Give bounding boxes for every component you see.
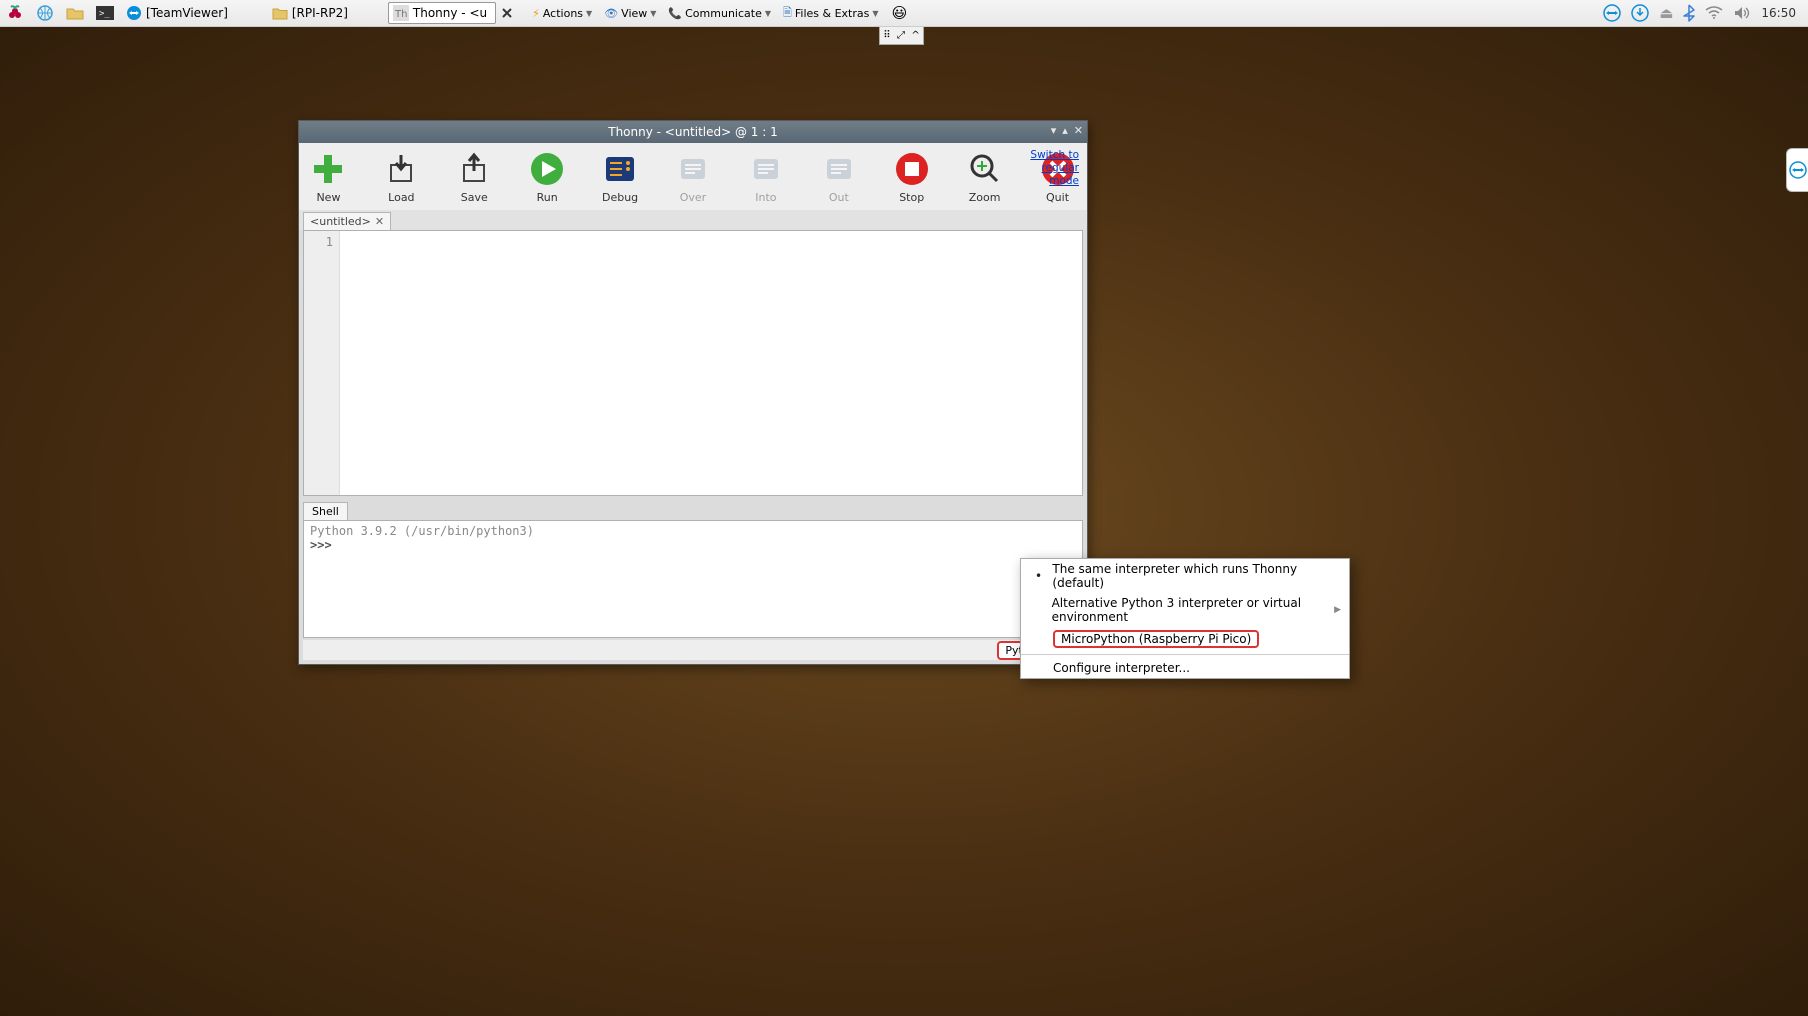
step-into-button: Into bbox=[744, 151, 787, 204]
minimize-button[interactable]: ▾ bbox=[1051, 124, 1057, 137]
eject-icon[interactable]: ⏏ bbox=[1659, 4, 1673, 22]
shell-tab[interactable]: Shell bbox=[303, 502, 348, 520]
taskbar: >_ [TeamViewer] [RPI-RP2] Th Thonny - <u… bbox=[0, 0, 1808, 27]
shell-tab-strip: Shell bbox=[299, 496, 1087, 520]
shell-output: Python 3.9.2 (/usr/bin/python3) bbox=[310, 524, 1076, 538]
toolbar: New Load Save Run Debug Over Into Out bbox=[299, 143, 1087, 210]
svg-text:>_: >_ bbox=[99, 9, 110, 19]
code-area[interactable] bbox=[340, 231, 1082, 495]
menu-communicate[interactable]: 📞 Communicate ▼ bbox=[662, 2, 777, 24]
interpreter-option-micropython[interactable]: MicroPython (Raspberry Pi Pico) bbox=[1021, 627, 1349, 651]
updates-icon[interactable] bbox=[1631, 4, 1649, 22]
web-browser-icon[interactable] bbox=[32, 0, 58, 26]
system-tray: ⏏ 16:50 bbox=[1603, 4, 1808, 22]
taskbar-close-button[interactable] bbox=[498, 4, 516, 22]
folder-icon bbox=[272, 7, 288, 20]
save-button[interactable]: Save bbox=[453, 151, 496, 204]
bluetooth-icon[interactable] bbox=[1683, 4, 1695, 22]
shell-panel[interactable]: Python 3.9.2 (/usr/bin/python3) >>> bbox=[303, 520, 1083, 638]
load-button[interactable]: Load bbox=[380, 151, 423, 204]
teamviewer-icon bbox=[1789, 161, 1807, 179]
tab-close-icon[interactable]: ✕ bbox=[375, 215, 384, 228]
chevron-up-icon: ^ bbox=[911, 30, 919, 41]
terminal-icon[interactable]: >_ bbox=[92, 0, 118, 26]
expand-icon: ⤢ bbox=[897, 30, 905, 41]
lightning-icon: ⚡ bbox=[532, 7, 540, 20]
wifi-icon[interactable] bbox=[1705, 6, 1723, 20]
volume-icon[interactable] bbox=[1733, 6, 1751, 20]
files-icon: 🗎 bbox=[783, 4, 792, 23]
close-button[interactable]: ✕ bbox=[1074, 124, 1083, 137]
taskbar-item-rpi-rp2[interactable]: [RPI-RP2] bbox=[268, 2, 356, 24]
step-out-button: Out bbox=[817, 151, 860, 204]
zoom-button[interactable]: Zoom bbox=[963, 151, 1006, 204]
submenu-arrow-icon: ▶ bbox=[1334, 605, 1341, 615]
stop-button[interactable]: Stop bbox=[890, 151, 933, 204]
taskbar-item-teamviewer[interactable]: [TeamViewer] bbox=[122, 2, 236, 24]
shell-prompt: >>> bbox=[310, 538, 1076, 552]
grid-icon: ⠿ bbox=[883, 30, 890, 41]
statusbar: Python 3.9.2 bbox=[303, 640, 1083, 660]
configure-interpreter[interactable]: Configure interpreter... bbox=[1021, 658, 1349, 678]
taskbar-item-label: [RPI-RP2] bbox=[292, 6, 348, 20]
teamviewer-tray-icon[interactable] bbox=[1603, 4, 1621, 22]
bullet-icon: • bbox=[1035, 569, 1044, 583]
window-title: Thonny - <untitled> @ 1 : 1 bbox=[608, 125, 778, 139]
new-button[interactable]: New bbox=[307, 151, 350, 204]
editor-tab-strip: <untitled> ✕ bbox=[299, 210, 1087, 230]
step-over-button: Over bbox=[672, 151, 715, 204]
taskbar-item-label: Thonny - <u bbox=[413, 6, 487, 20]
line-gutter: 1 bbox=[304, 231, 340, 495]
menu-files-extras[interactable]: 🗎 Files & Extras ▼ bbox=[777, 2, 885, 24]
code-editor[interactable]: 1 bbox=[303, 230, 1083, 496]
clock[interactable]: 16:50 bbox=[1761, 6, 1796, 20]
switch-mode-link[interactable]: Switch to regular mode bbox=[1030, 149, 1079, 188]
raspberry-menu-icon[interactable] bbox=[2, 0, 28, 26]
thonny-window: Thonny - <untitled> @ 1 : 1 ▾ ▴ ✕ New Lo… bbox=[298, 120, 1088, 665]
emoji-icon[interactable]: 😃 bbox=[887, 0, 913, 26]
interpreter-option-alternative[interactable]: Alternative Python 3 interpreter or virt… bbox=[1021, 593, 1349, 627]
taskbar-item-thonny[interactable]: Th Thonny - <u bbox=[388, 2, 496, 24]
taskbar-item-label: [TeamViewer] bbox=[146, 6, 228, 20]
file-manager-icon[interactable] bbox=[62, 0, 88, 26]
svg-text:Th: Th bbox=[394, 9, 407, 20]
menu-actions[interactable]: ⚡ Actions ▼ bbox=[526, 2, 598, 24]
teamviewer-side-tab[interactable] bbox=[1786, 148, 1808, 192]
menu-view[interactable]: 👁 View ▼ bbox=[598, 2, 662, 24]
interpreter-menu: • The same interpreter which runs Thonny… bbox=[1020, 558, 1350, 679]
maximize-button[interactable]: ▴ bbox=[1062, 124, 1068, 137]
phone-icon: 📞 bbox=[668, 7, 682, 20]
interpreter-option-default[interactable]: • The same interpreter which runs Thonny… bbox=[1021, 559, 1349, 593]
panel-handle[interactable]: ⠿ ⤢ ^ bbox=[879, 27, 924, 45]
debug-button[interactable]: Debug bbox=[599, 151, 642, 204]
editor-tab[interactable]: <untitled> ✕ bbox=[303, 212, 391, 230]
eye-icon: 👁 bbox=[604, 7, 618, 20]
run-button[interactable]: Run bbox=[526, 151, 569, 204]
teamviewer-icon bbox=[126, 5, 142, 21]
thonny-icon: Th bbox=[393, 5, 409, 21]
menu-separator bbox=[1021, 654, 1349, 655]
window-titlebar[interactable]: Thonny - <untitled> @ 1 : 1 ▾ ▴ ✕ bbox=[299, 121, 1087, 143]
